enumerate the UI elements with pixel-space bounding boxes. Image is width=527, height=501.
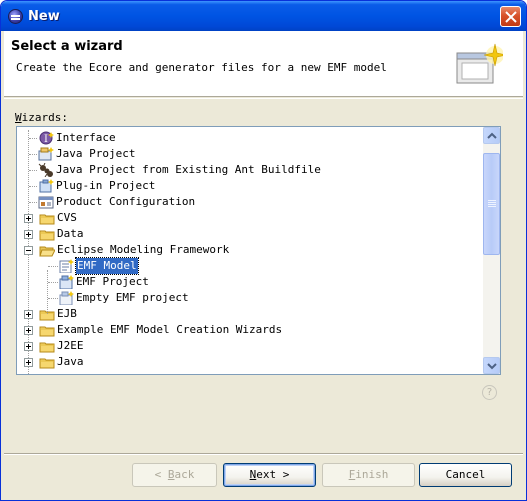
emf-model-icon [58, 259, 74, 274]
tree-item-label: Product Configuration [56, 195, 196, 208]
tree-item-eclipse-modeling-framework[interactable]: Eclipse Modeling Framework [17, 242, 483, 258]
tree-item-java-project[interactable]: Java Project [17, 146, 483, 162]
tree-item-emf-model[interactable]: EMF Model [17, 257, 483, 275]
tree-item-java[interactable]: Java [17, 354, 483, 370]
eclipse-icon [8, 9, 23, 24]
new-wizard-dialog: New Select a wizard Create the Ecore and… [0, 0, 527, 501]
cancel-button[interactable]: Cancel [419, 463, 512, 487]
back-button[interactable]: < Back [132, 463, 217, 487]
ant-icon [38, 162, 54, 179]
tree-item-label: EMF Project [76, 275, 149, 288]
tree-item-label: EMF Model [75, 257, 139, 275]
folder-icon [39, 339, 55, 353]
tree-item-ejb[interactable]: EJB [17, 306, 483, 322]
scroll-thumb[interactable] [483, 153, 500, 255]
tree-item-label: Data [57, 227, 84, 240]
page-description: Create the Ecore and generator files for… [16, 61, 387, 74]
tree-vertical-scrollbar[interactable] [483, 127, 500, 374]
wizard-header: Select a wizard Create the Ecore and gen… [4, 31, 523, 97]
tree-item-data[interactable]: Data [17, 226, 483, 242]
tree-item-j2ee[interactable]: J2EE [17, 338, 483, 354]
folder-icon [39, 227, 55, 241]
folder-icon [39, 355, 55, 369]
tree-item-label: Plug-in Project [56, 179, 156, 192]
expand-toggle[interactable] [24, 230, 33, 239]
chevron-down-icon [487, 363, 497, 370]
help-icon[interactable]: ? [482, 385, 497, 400]
expand-toggle[interactable] [24, 310, 33, 319]
tree-item-label: Java [57, 355, 84, 368]
folder-icon [39, 323, 55, 337]
tree-item-label: Empty EMF project [76, 291, 189, 304]
tree-item-emf-project[interactable]: EMF Project [17, 274, 483, 290]
finish-button[interactable]: Finish [322, 463, 415, 487]
tree-item-label: CVS [57, 211, 77, 224]
close-button[interactable] [500, 6, 521, 27]
product-config-icon [38, 195, 54, 209]
tree-item-product-configuration[interactable]: Product Configuration [17, 194, 483, 210]
next-button[interactable]: Next > [223, 463, 316, 487]
expand-toggle[interactable] [24, 214, 33, 223]
tree-item-label: Interface [56, 131, 116, 144]
expand-toggle[interactable] [24, 342, 33, 351]
svg-text:I: I [44, 134, 48, 145]
tree-item-java-project-ant[interactable]: Java Project from Existing Ant Buildfile [17, 162, 483, 179]
tree-item-interface[interactable]: I Interface [17, 130, 483, 146]
expand-toggle[interactable] [24, 358, 33, 367]
tree-item-label: Example EMF Model Creation Wizards [57, 323, 283, 336]
tree-item-label: EJB [57, 307, 77, 320]
new-wizard-banner-icon [456, 43, 503, 84]
tree-item-plugin-project[interactable]: Plug-in Project [17, 178, 483, 194]
folder-open-icon [39, 243, 56, 257]
wizard-tree-items: I Interface Java Project Java Project from … [17, 130, 483, 374]
plugin-project-icon [38, 179, 54, 193]
tree-item-cvs[interactable]: CVS [17, 210, 483, 226]
title-bar[interactable]: New [1, 1, 526, 31]
scroll-up-button[interactable] [483, 127, 500, 144]
window-title: New [28, 9, 60, 24]
tree-item-label: Eclipse Modeling Framework [57, 243, 230, 256]
collapse-toggle[interactable] [24, 246, 33, 255]
tree-item-label: Java Project [56, 147, 136, 160]
chevron-up-icon [487, 132, 497, 139]
emf-project-icon [58, 275, 74, 290]
tree-item-label: J2EE [57, 339, 84, 352]
tree-item-example-emf-wizards[interactable]: Example EMF Model Creation Wizards [17, 322, 483, 338]
expand-toggle[interactable] [24, 326, 33, 335]
scroll-down-button[interactable] [483, 357, 500, 374]
folder-icon [39, 211, 55, 225]
page-title: Select a wizard [11, 39, 123, 54]
button-bar-separator [4, 453, 523, 454]
tree-item-empty-emf-project[interactable]: Empty EMF project [17, 290, 483, 306]
close-icon [505, 11, 517, 23]
header-separator [4, 98, 523, 99]
empty-emf-project-icon [58, 291, 74, 306]
java-project-icon [38, 147, 54, 161]
wizard-tree[interactable]: I Interface Java Project Java Project from … [16, 126, 501, 375]
tree-item-label: Java Project from Existing Ant Buildfile [56, 163, 321, 176]
wizards-label: Wizards: [15, 111, 68, 124]
interface-icon: I [38, 131, 54, 145]
